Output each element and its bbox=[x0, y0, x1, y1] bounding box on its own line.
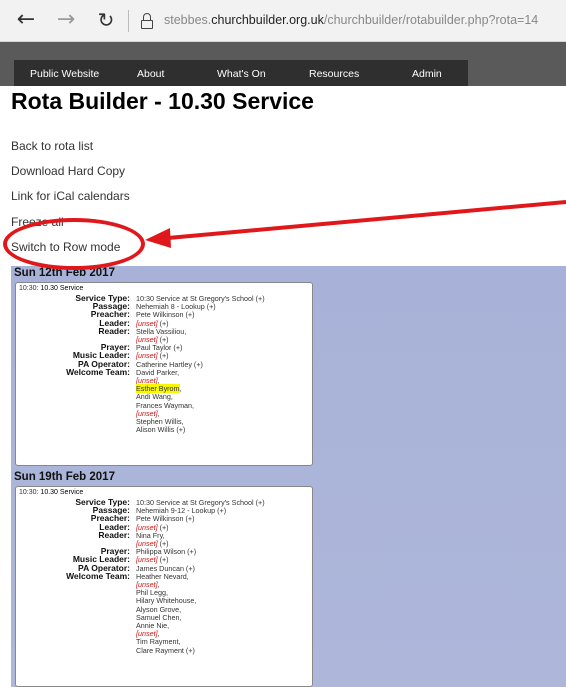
back-to-rota-list-link[interactable]: Back to rota list bbox=[11, 139, 93, 153]
service-card: 10:30: 10.30 Service Service Type: 10:30 … bbox=[15, 486, 313, 687]
role-value[interactable]: Alison Willis (+) bbox=[136, 425, 185, 434]
nav-item-admin[interactable]: Admin bbox=[412, 68, 442, 80]
toolbar-divider bbox=[128, 10, 129, 32]
site-nav-menu: Public Website About What's On Resources… bbox=[14, 60, 468, 86]
ical-link[interactable]: Link for iCal calendars bbox=[11, 189, 130, 203]
page-title: Rota Builder - 10.30 Service bbox=[11, 88, 314, 114]
role-label-welcome-team: Welcome Team: bbox=[66, 366, 130, 377]
role-value[interactable]: Clare Rayment (+) bbox=[136, 646, 195, 655]
role-label-welcome-team: Welcome Team: bbox=[66, 570, 130, 581]
service-card: 10:30: 10.30 Service Service Type: 10:30 … bbox=[15, 282, 313, 466]
nav-item-resources[interactable]: Resources bbox=[309, 68, 359, 80]
service-name[interactable]: 10.30 Service bbox=[40, 285, 83, 292]
lock-icon[interactable] bbox=[141, 13, 153, 29]
service-card-title: 10:30: 10.30 Service bbox=[19, 489, 83, 496]
week-date-header: Sun 19th Feb 2017 bbox=[14, 471, 115, 483]
annotation-oval bbox=[3, 218, 145, 270]
address-bar[interactable]: stebbes.churchbuilder.org.uk/churchbuild… bbox=[164, 13, 538, 27]
site-nav-bar: Public Website About What's On Resources… bbox=[0, 42, 566, 86]
back-arrow-icon[interactable]: ← bbox=[14, 9, 38, 33]
service-time: 10:30: bbox=[19, 285, 39, 292]
role-label-reader: Reader: bbox=[98, 325, 130, 336]
download-hard-copy-link[interactable]: Download Hard Copy bbox=[11, 164, 125, 178]
refresh-icon[interactable]: ↻ bbox=[94, 9, 118, 33]
url-prefix: stebbes. bbox=[164, 13, 212, 27]
nav-item-whats-on[interactable]: What's On bbox=[217, 68, 266, 80]
service-name[interactable]: 10.30 Service bbox=[40, 489, 83, 496]
role-label-reader: Reader: bbox=[98, 529, 130, 540]
service-time: 10:30: bbox=[19, 489, 39, 496]
url-path: /churchbuilder/rotabuilder.php?rota=14 bbox=[323, 13, 539, 27]
nav-item-about[interactable]: About bbox=[137, 68, 164, 80]
service-card-title: 10:30: 10.30 Service bbox=[19, 285, 83, 292]
nav-item-public-website[interactable]: Public Website bbox=[30, 68, 99, 80]
forward-arrow-icon[interactable]: → bbox=[54, 9, 78, 33]
url-domain: churchbuilder.org.uk bbox=[211, 13, 324, 27]
browser-toolbar: ← → ↻ stebbes.churchbuilder.org.uk/churc… bbox=[0, 0, 566, 42]
